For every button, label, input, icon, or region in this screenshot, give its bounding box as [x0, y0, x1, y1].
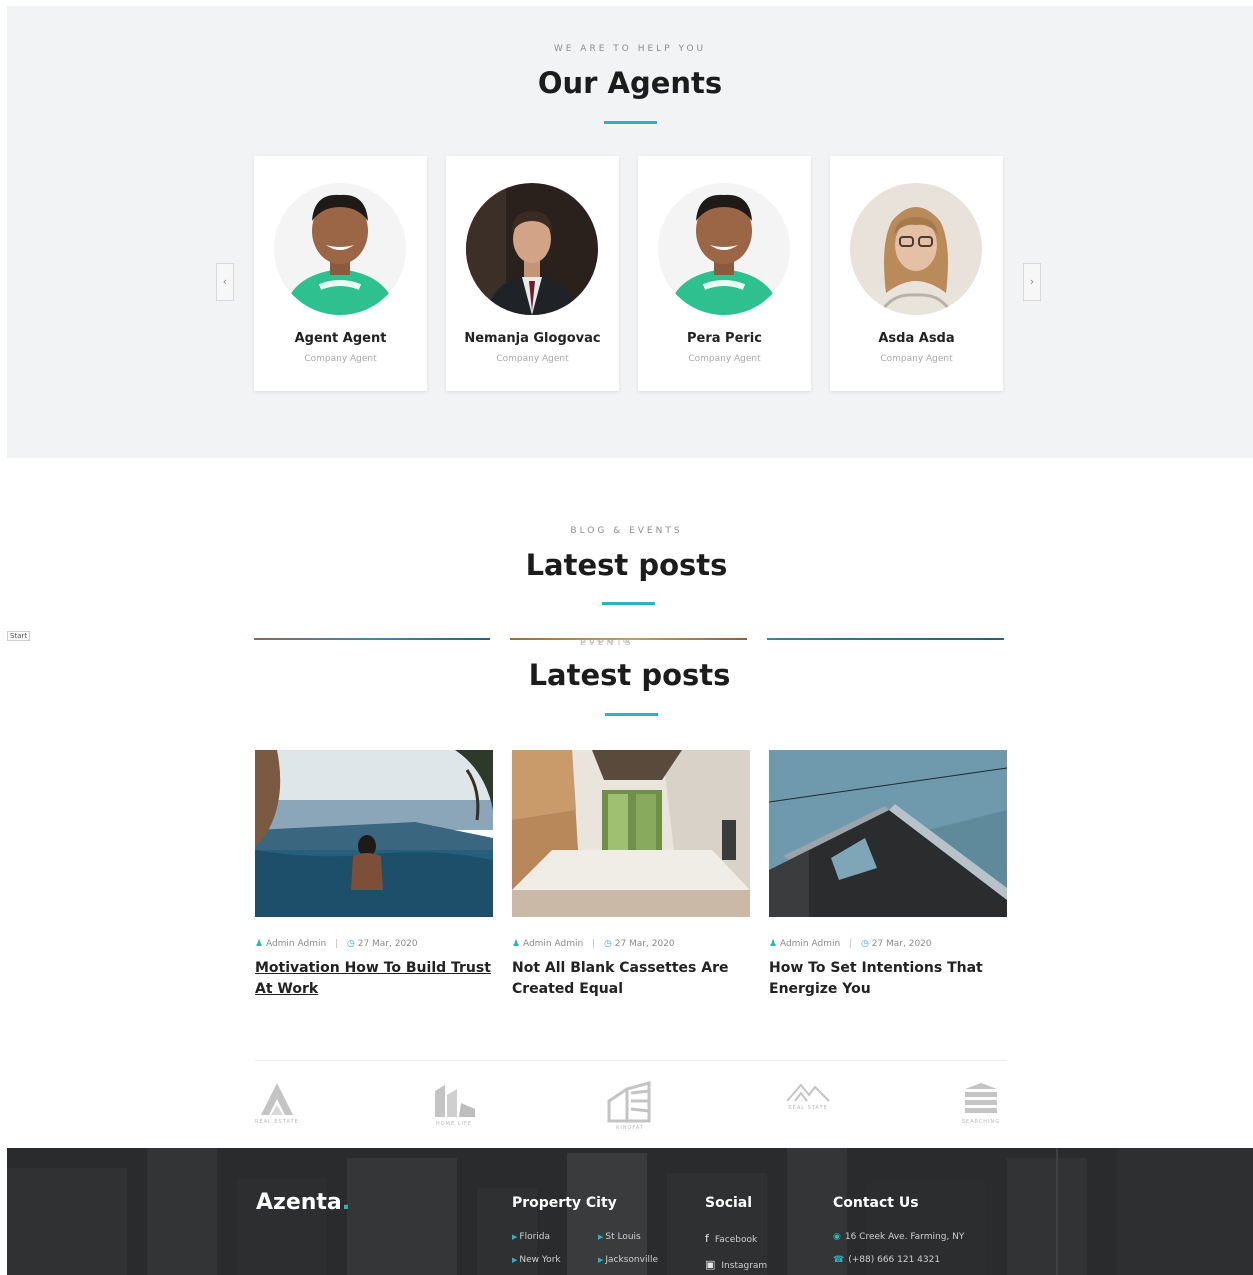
footer-link-new-york[interactable]: ▶ New York [512, 1255, 561, 1265]
posts-eyebrow-ghost: BLOG & EVENTS [580, 640, 634, 646]
partner-logo[interactable]: REAL STATE [785, 1081, 831, 1111]
partner-label: REAL ESTATE [255, 1119, 299, 1125]
agent-card[interactable]: Pera Peric Company Agent [638, 156, 811, 391]
agents-title: Our Agents [537, 66, 723, 100]
post-meta: ♟ Admin Admin | ◷ 27 Mar, 2020 [769, 939, 1007, 949]
agents-section: WE ARE TO HELP YOU Our Agents ‹ › Agent … [7, 6, 1253, 458]
footer-social: Social [705, 1195, 752, 1211]
partner-logo[interactable]: KINGFAT [607, 1081, 653, 1131]
post-meta: ♟ Admin Admin | ◷ 27 Mar, 2020 [512, 939, 750, 949]
caret-right-icon: ▶ [512, 1233, 518, 1241]
post-date: 27 Mar, 2020 [871, 939, 932, 949]
agents-eyebrow: WE ARE TO HELP YOU [553, 44, 707, 54]
posts-title-repeat: Latest posts [528, 658, 731, 692]
agent-name[interactable]: Agent Agent [254, 331, 427, 346]
post-meta: ♟ Admin Admin | ◷ 27 Mar, 2020 [255, 939, 493, 949]
partner-logo[interactable]: REAL ESTATE [255, 1081, 299, 1125]
partner-label: SEARCHING [961, 1119, 1001, 1125]
meta-divider: | [335, 939, 339, 949]
agent-role: Company Agent [304, 354, 377, 364]
agent-name[interactable]: Pera Peric [638, 331, 811, 346]
footer-brand-logo[interactable]: Azenta. [256, 1190, 350, 1215]
footer-address: ◉ 16 Creek Ave. Farming, NY [833, 1232, 965, 1242]
agent-photo[interactable] [658, 183, 790, 315]
caret-right-icon: ▶ [598, 1256, 604, 1264]
footer-phone[interactable]: ☎ (+88) 666 121 4321 [833, 1255, 940, 1265]
clock-icon: ◷ [860, 939, 869, 949]
latest-posts-section: BLOG & EVENTS Latest posts [0, 458, 1253, 640]
agent-name[interactable]: Asda Asda [830, 331, 1003, 346]
brand-dot: . [341, 1190, 351, 1215]
agent-photo[interactable] [850, 183, 982, 315]
agent-card[interactable]: Agent Agent Company Agent [254, 156, 427, 391]
agent-name[interactable]: Nemanja Glogovac [446, 331, 619, 346]
post-card: ♟ Admin Admin | ◷ 27 Mar, 2020 Motivatio… [255, 750, 493, 1000]
post-title-link[interactable]: How To Set Intentions That Energize You [769, 958, 1007, 1000]
site-footer: Azenta. Property City ▶ Florida ▶ St Louis… [7, 1148, 1253, 1275]
footer-property-city: Property City [512, 1195, 617, 1211]
meta-divider: | [849, 939, 853, 949]
footer-heading: Social [705, 1195, 753, 1211]
footer-heading: Contact Us [833, 1195, 919, 1211]
partner-label: REAL STATE [788, 1105, 828, 1111]
caret-right-icon: ▶ [598, 1233, 604, 1241]
clock-icon: ◷ [346, 939, 355, 949]
instagram-icon: ▣ [705, 1258, 716, 1271]
user-icon: ♟ [512, 939, 521, 949]
post-author[interactable]: Admin Admin [523, 939, 583, 949]
agent-photo[interactable] [274, 183, 406, 315]
post-author[interactable]: Admin Admin [266, 939, 326, 949]
post-date: 27 Mar, 2020 [357, 939, 418, 949]
post-card: ♟ Admin Admin | ◷ 27 Mar, 2020 Not All B… [512, 750, 750, 1000]
post-title-link[interactable]: Motivation How To Build Trust At Work [255, 958, 493, 1000]
posts-title-underline [602, 602, 655, 605]
user-icon: ♟ [769, 939, 778, 949]
latest-posts-section-repeat: BLOG & EVENTS Latest posts ♟ Admin Admin… [0, 640, 1253, 1060]
brand-name: Azenta [256, 1190, 342, 1215]
post-image[interactable] [769, 750, 1007, 917]
post-image[interactable] [255, 750, 493, 917]
carousel-next-button[interactable]: › [1023, 263, 1041, 301]
post-image[interactable] [512, 750, 750, 917]
posts-eyebrow: BLOG & EVENTS [570, 526, 683, 536]
user-icon: ♟ [255, 939, 264, 949]
agent-role: Company Agent [496, 354, 569, 364]
phone-icon: ☎ [833, 1255, 845, 1265]
posts-title-underline [605, 713, 658, 716]
partner-logo[interactable]: HOME LIFE [431, 1081, 477, 1127]
agent-card[interactable]: Asda Asda Company Agent [830, 156, 1003, 391]
footer-contact: Contact Us [833, 1195, 919, 1211]
footer-link-jacksonville[interactable]: ▶ Jacksonville [598, 1255, 658, 1265]
agent-photo[interactable] [466, 183, 598, 315]
agent-role: Company Agent [688, 354, 761, 364]
footer-link-instagram[interactable]: ▣ Instagram [705, 1258, 767, 1271]
meta-divider: | [592, 939, 596, 949]
footer-link-st-louis[interactable]: ▶ St Louis [598, 1232, 641, 1242]
partner-logo[interactable]: SEARCHING [961, 1081, 1001, 1125]
agents-title-underline [604, 121, 657, 124]
agent-card[interactable]: Nemanja Glogovac Company Agent [446, 156, 619, 391]
post-card: ♟ Admin Admin | ◷ 27 Mar, 2020 How To Se… [769, 750, 1007, 1000]
partner-label: HOME LIFE [435, 1121, 473, 1127]
partner-label: KINGFAT [616, 1125, 644, 1131]
post-title-link[interactable]: Not All Blank Cassettes Are Created Equa… [512, 958, 750, 1000]
posts-title: Latest posts [525, 548, 728, 582]
post-author[interactable]: Admin Admin [780, 939, 840, 949]
facebook-icon: f [705, 1232, 709, 1245]
footer-heading: Property City [512, 1195, 617, 1211]
post-date: 27 Mar, 2020 [614, 939, 675, 949]
map-pin-icon: ◉ [833, 1232, 841, 1242]
footer-link-facebook[interactable]: f Facebook [705, 1232, 757, 1245]
carousel-prev-button[interactable]: ‹ [216, 263, 234, 301]
footer-link-florida[interactable]: ▶ Florida [512, 1232, 550, 1242]
clock-icon: ◷ [603, 939, 612, 949]
agent-role: Company Agent [880, 354, 953, 364]
partner-logos: REAL ESTATE HOME LIFE KINGFAT REAL STATE… [255, 1060, 1007, 1148]
caret-right-icon: ▶ [512, 1256, 518, 1264]
